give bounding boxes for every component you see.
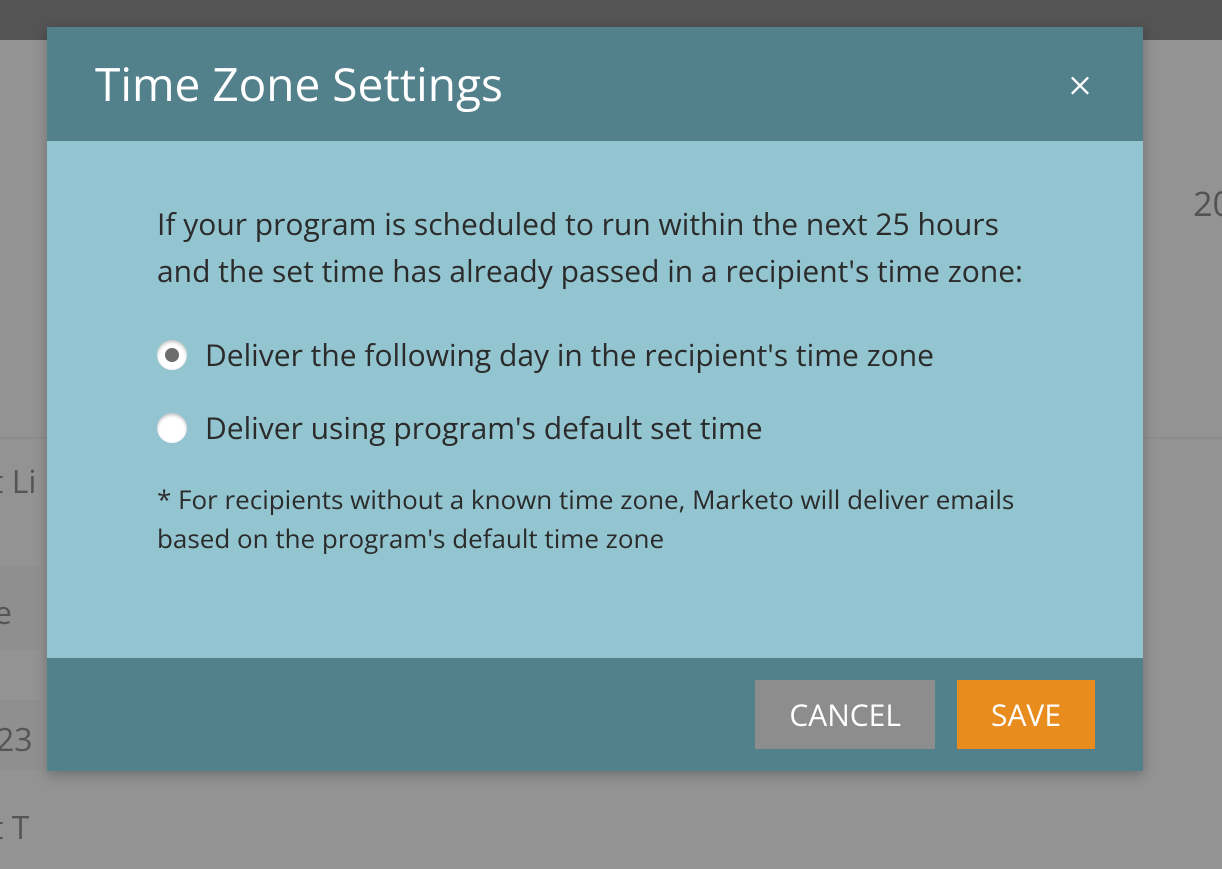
radio-option-next-day[interactable]: Deliver the following day in the recipie… <box>157 334 1033 375</box>
modal-note-text: * For recipients without a known time zo… <box>157 480 1033 558</box>
cancel-button[interactable]: CANCEL <box>755 680 935 749</box>
close-icon[interactable] <box>1065 69 1095 99</box>
radio-label: Deliver the following day in the recipie… <box>205 334 934 375</box>
radio-selected-dot <box>165 348 179 362</box>
modal-intro-text: If your program is scheduled to run with… <box>157 201 1033 294</box>
time-zone-settings-modal: Time Zone Settings If your program is sc… <box>47 27 1143 771</box>
radio-label: Deliver using program's default set time <box>205 407 763 448</box>
radio-option-default-time[interactable]: Deliver using program's default set time <box>157 407 1033 448</box>
radio-indicator <box>157 340 187 370</box>
modal-body: If your program is scheduled to run with… <box>47 141 1143 658</box>
modal-footer: CANCEL SAVE <box>47 658 1143 771</box>
radio-indicator <box>157 413 187 443</box>
save-button[interactable]: SAVE <box>957 680 1095 749</box>
modal-title: Time Zone Settings <box>95 53 503 115</box>
modal-header: Time Zone Settings <box>47 27 1143 141</box>
